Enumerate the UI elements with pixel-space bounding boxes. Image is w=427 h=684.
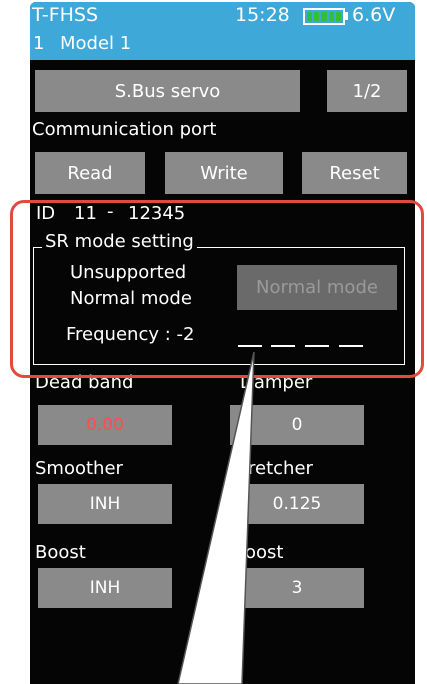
callout-wedge bbox=[177, 351, 255, 684]
callout-pointer bbox=[177, 351, 255, 684]
